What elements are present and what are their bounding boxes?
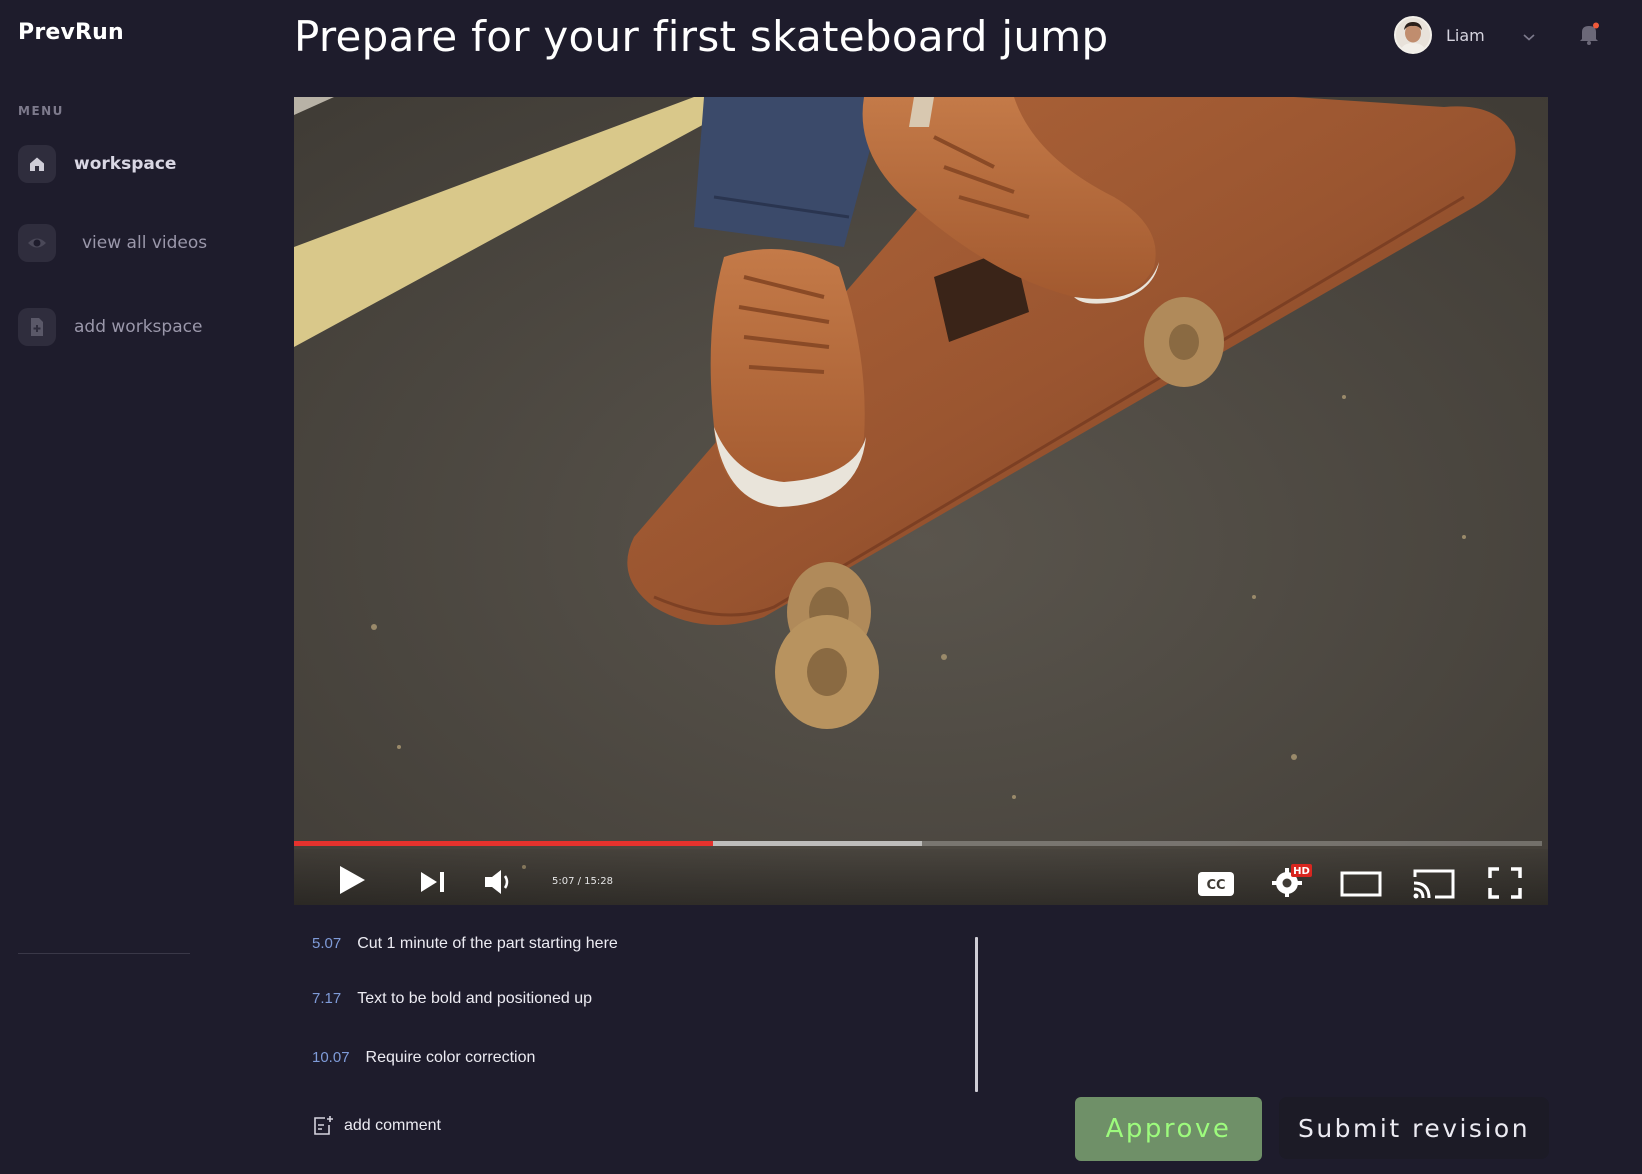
video-player[interactable]: 5:07 / 15:28 CC HD — [294, 97, 1548, 905]
progress-bar[interactable] — [294, 841, 1542, 846]
video-frame — [294, 97, 1548, 905]
approve-button[interactable]: Approve — [1075, 1097, 1262, 1161]
app-logo: PrevRun — [18, 20, 124, 45]
eye-icon — [18, 224, 56, 262]
user-name: Liam — [1446, 25, 1485, 45]
fullscreen-icon[interactable] — [1488, 867, 1522, 903]
next-icon[interactable] — [420, 871, 446, 897]
cast-icon[interactable] — [1411, 867, 1457, 905]
theater-mode-icon[interactable] — [1340, 871, 1382, 901]
player-controls: 5:07 / 15:28 CC HD — [294, 849, 1548, 905]
sidebar-item-label: add workspace — [74, 317, 203, 337]
comment-text: Text to be bold and positioned up — [357, 990, 593, 1007]
user-menu[interactable]: Liam — [1394, 16, 1485, 54]
sidebar-divider — [18, 953, 190, 954]
play-icon[interactable] — [338, 865, 366, 899]
comment-timestamp[interactable]: 5.07 — [312, 935, 341, 952]
sidebar-item-add-workspace[interactable]: add workspace — [18, 308, 202, 346]
comment-item[interactable]: 10.07 Require color correction — [312, 1049, 535, 1067]
chevron-down-icon[interactable] — [1522, 27, 1536, 46]
sidebar-item-view-all-videos[interactable]: view all videos — [18, 224, 207, 262]
add-comment-icon — [314, 1116, 333, 1135]
add-comment-button[interactable]: add comment — [312, 1115, 441, 1137]
settings-icon[interactable]: HD — [1271, 863, 1313, 901]
comment-text: Cut 1 minute of the part starting here — [357, 935, 618, 952]
volume-icon[interactable] — [484, 869, 514, 899]
comment-item[interactable]: 7.17 Text to be bold and positioned up — [312, 990, 592, 1008]
sidebar-item-workspace[interactable]: workspace — [18, 145, 176, 183]
comment-item[interactable]: 5.07 Cut 1 minute of the part starting h… — [312, 935, 618, 953]
submit-revision-button[interactable]: Submit revision — [1279, 1097, 1549, 1159]
add-comment-label: add comment — [344, 1117, 441, 1134]
sidebar-item-label: view all videos — [82, 233, 208, 253]
panel-divider — [975, 937, 978, 1092]
menu-label: MENU — [18, 104, 64, 118]
notification-bell-icon[interactable] — [1578, 22, 1600, 50]
time-display: 5:07 / 15:28 — [552, 876, 614, 887]
svg-text:HD: HD — [1293, 866, 1310, 877]
add-file-icon — [18, 308, 56, 346]
captions-icon[interactable]: CC — [1197, 871, 1235, 901]
avatar — [1394, 16, 1432, 54]
progress-played — [294, 841, 714, 846]
comment-timestamp[interactable]: 10.07 — [312, 1049, 350, 1066]
svg-text:CC: CC — [1206, 878, 1225, 893]
page-title: Prepare for your first skateboard jump — [294, 12, 1109, 61]
comment-timestamp[interactable]: 7.17 — [312, 990, 341, 1007]
comment-text: Require color correction — [365, 1049, 536, 1066]
home-icon — [18, 145, 56, 183]
sidebar-item-label: workspace — [74, 154, 177, 174]
